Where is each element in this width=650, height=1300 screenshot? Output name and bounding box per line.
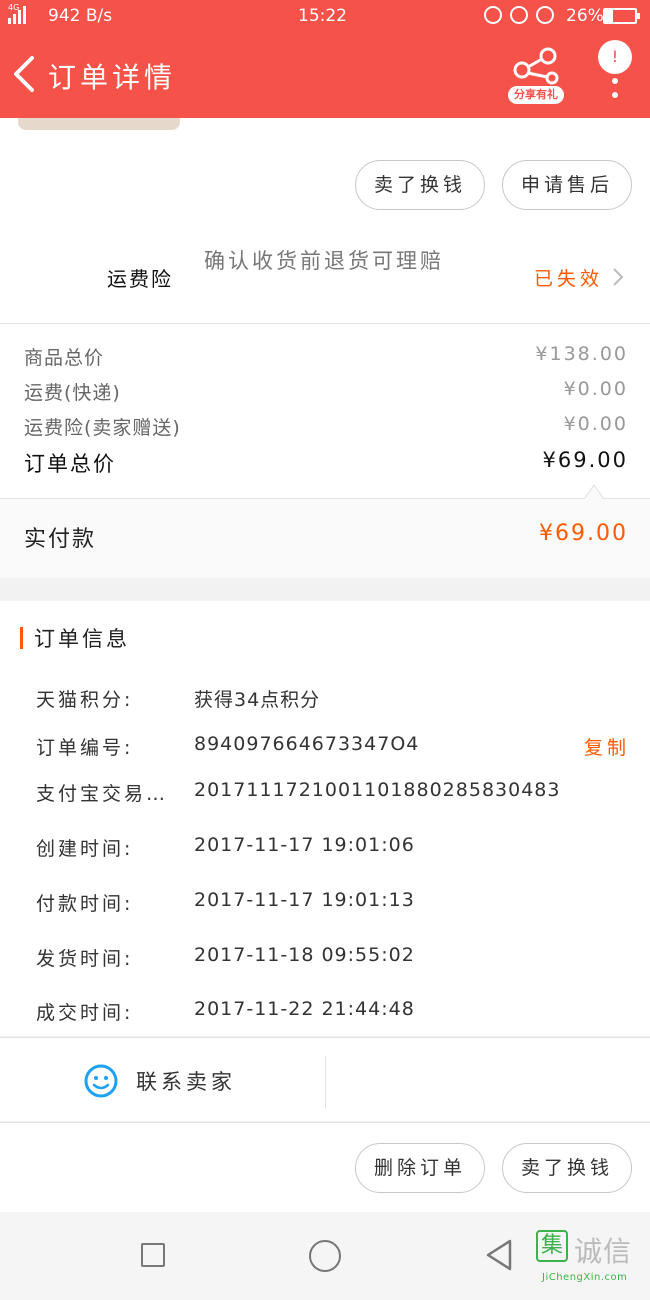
battery-percent: 26% [566,6,604,26]
price-row: 运费(快递) ¥0.00 [24,378,628,405]
info-value: 2017-11-17 19:01:13 [194,889,415,911]
copy-button[interactable]: 复制 [584,733,630,760]
alarm-icon [536,6,554,24]
after-sale-button[interactable]: 申请售后 [502,160,632,210]
lock-icon [510,6,528,24]
chat-icon [84,1064,118,1098]
info-value: 2017-11-17 19:01:06 [194,834,415,856]
price-label: 运费(快递) [24,382,121,404]
notification-badge: ! [598,40,632,74]
price-row: 运费险(卖家赠送) ¥0.00 [24,413,628,440]
info-value: 2017111721001101880285830483 [194,779,561,801]
back-icon[interactable] [484,1238,514,1272]
status-icons [484,6,554,24]
network-type: 4G [8,3,20,12]
divider [325,1056,326,1108]
home-icon[interactable] [309,1240,341,1272]
order-total-value: ¥69.00 [542,448,628,472]
share-label: 分享有礼 [508,86,564,104]
price-label: 商品总价 [24,347,105,369]
info-label: 天猫积分: [36,689,134,711]
sell-resell-button[interactable]: 卖了换钱 [355,160,485,210]
order-summary-panel: 卖了换钱 申请售后 运费险 确认收货前退货可理赔 已失效 商品总价 ¥138.0… [0,118,650,578]
order-number: 894097664673347O4 [194,733,420,755]
shipping-insurance-label: 运费险 [107,267,173,291]
contact-seller-button[interactable]: 联系卖家 [0,1038,325,1122]
watermark-box: 集 [536,1230,568,1262]
watermark-text: 诚信 [574,1235,633,1268]
sell-button[interactable]: 卖了换钱 [502,1143,632,1193]
paid-amount-row: 实付款 ¥69.00 [0,498,650,578]
section-marker [20,627,23,649]
info-value: 2017-11-22 21:44:48 [194,998,415,1020]
watermark-logo: 集 诚信 JiChengXin.com [534,1224,650,1300]
price-row: 商品总价 ¥138.00 [24,343,628,370]
back-arrow-icon[interactable] [10,54,40,94]
more-dots-icon [612,78,618,106]
delete-order-button[interactable]: 删除订单 [355,1143,485,1193]
more-menu-button[interactable]: ! [598,40,634,104]
shipping-insurance-status[interactable]: 已失效 [534,264,603,291]
chevron-right-icon[interactable] [612,267,624,287]
order-total-label: 订单总价 [24,452,116,476]
info-label: 发货时间: [36,948,134,970]
signal-icon: 4G [8,3,26,24]
share-button[interactable]: 分享有礼 [508,46,566,106]
notch-fill [585,486,603,499]
contact-panel: 联系卖家 [0,1037,650,1121]
section-title: 订单信息 [34,627,130,651]
info-label: 订单编号: [36,737,134,759]
info-label: 成交时间: [36,1002,134,1024]
info-label: 创建时间: [36,838,134,860]
recent-apps-icon[interactable] [141,1243,165,1267]
info-value: 获得34点积分 [194,689,321,711]
network-speed: 942 B/s [48,6,113,26]
contact-seller-label: 联系卖家 [136,1070,236,1094]
title-bar: 订单详情 分享有礼 ! [0,34,650,118]
watermark-url: JiChengXin.com [542,1272,628,1283]
divider [0,323,650,324]
info-value: 2017-11-18 09:55:02 [194,944,415,966]
status-bar: 4G 942 B/s 15:22 26% [0,0,650,34]
battery-icon [603,8,640,24]
page-title: 订单详情 [48,61,177,94]
order-info-panel: 订单信息 天猫积分: 获得34点积分 订单编号: 894097664673347… [0,601,650,1036]
mute-icon [484,6,502,24]
paid-label: 实付款 [24,527,97,552]
price-label: 运费险(卖家赠送) [24,417,181,439]
scroll-content[interactable]: 卖了换钱 申请售后 运费险 确认收货前退货可理赔 已失效 商品总价 ¥138.0… [0,118,650,1212]
order-total-row: 订单总价 ¥69.00 [24,448,628,478]
system-nav-bar: 集 诚信 JiChengXin.com [0,1212,650,1300]
price-value: ¥0.00 [563,378,628,400]
price-value: ¥0.00 [563,413,628,435]
bottom-action-bar: 删除订单 卖了换钱 [0,1122,650,1212]
paid-value: ¥69.00 [539,521,628,546]
product-thumbnail[interactable] [18,118,180,130]
shipping-insurance-description: 确认收货前退货可理赔 [204,249,444,273]
info-label: 支付宝交易… [36,783,169,805]
info-label: 付款时间: [36,893,134,915]
clock: 15:22 [298,6,347,26]
share-icon [513,47,559,85]
price-value: ¥138.00 [535,343,628,365]
